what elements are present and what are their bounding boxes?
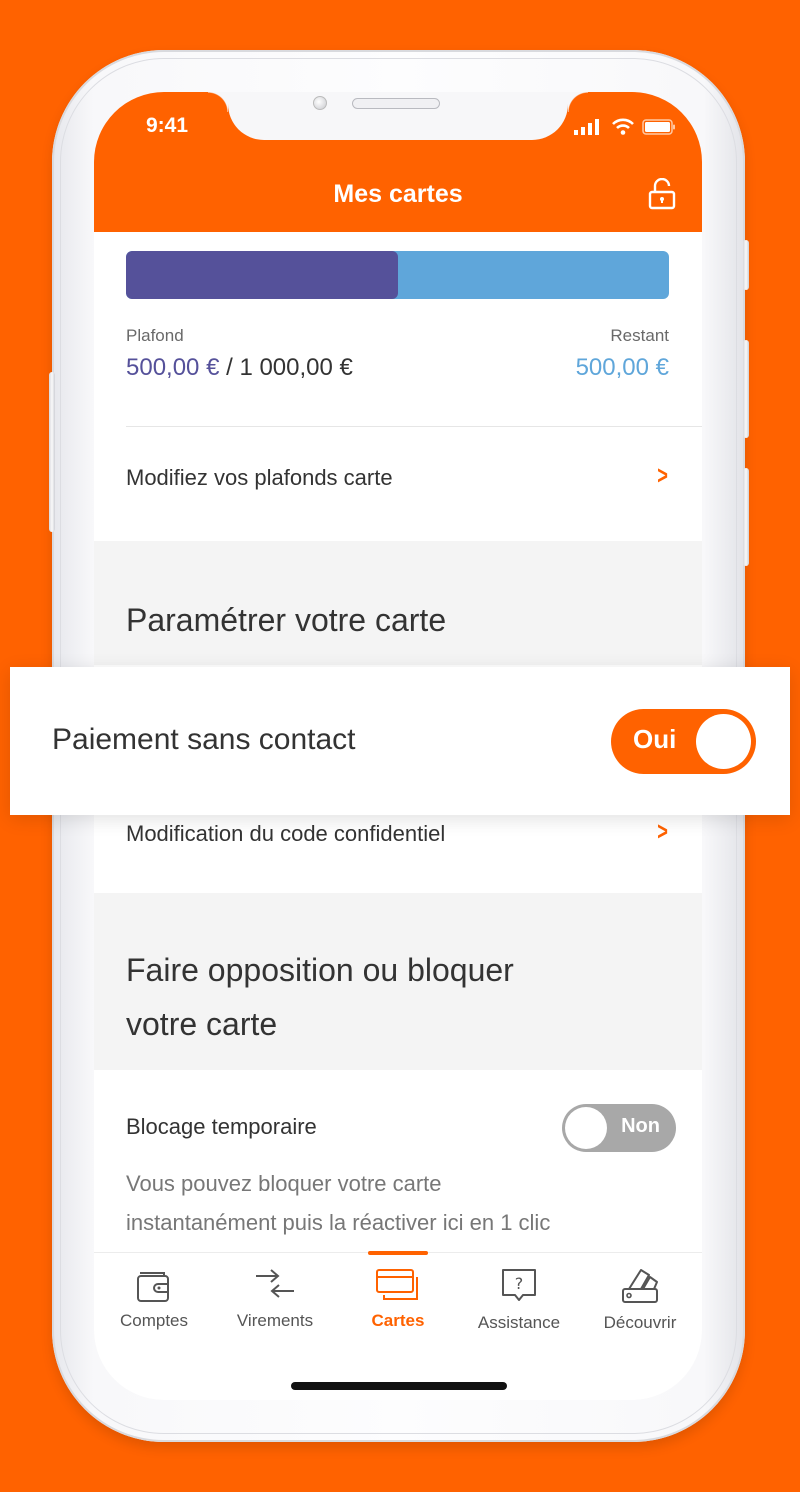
spent-amount: 500,00 € (126, 354, 220, 381)
tab-label: Assistance (477, 1313, 561, 1332)
side-button-right-1 (743, 240, 749, 290)
limit-card: Plafond 500,00 € / 1 000,00 € Restant 50… (94, 232, 702, 541)
limit-progress-fill (126, 251, 398, 299)
unlocked-padlock-icon (648, 177, 676, 210)
tab-cartes[interactable]: Cartes (338, 1267, 458, 1331)
tab-assistance[interactable]: ? Assistance (459, 1267, 579, 1333)
side-button-right-2 (743, 340, 749, 438)
tab-label: Virements (236, 1311, 314, 1330)
chevron-right-icon: > (657, 816, 668, 846)
settings-section: Paramétrer votre carte (94, 541, 702, 665)
earpiece-speaker (352, 98, 440, 109)
block-heading-line1: Faire opposition ou bloquer (126, 952, 514, 988)
remaining-amount: 500,00 € (575, 354, 669, 381)
modify-limits-label: Modifiez vos plafonds carte (126, 465, 393, 490)
block-section: Faire opposition ou bloquer votre carte (94, 893, 702, 1070)
help-bubble-icon: ? (502, 1269, 536, 1301)
cards-icon (376, 1269, 418, 1300)
block-heading-line2: votre carte (126, 1006, 278, 1042)
temp-block-card: Blocage temporaire Non Vous pouvez bloqu… (94, 1070, 702, 1270)
app-header: 9:41 Mes cartes (94, 92, 702, 232)
side-button-right-3 (743, 468, 749, 566)
status-time: 9:41 (146, 114, 189, 137)
wallet-icon (137, 1272, 169, 1302)
signal-icon (574, 118, 599, 135)
toggle-knob (696, 714, 751, 769)
temp-block-description-2: instantanément puis la réactiver ici en … (126, 1210, 551, 1235)
home-indicator[interactable] (291, 1382, 507, 1390)
toggle-knob (565, 1107, 607, 1149)
pin-change-row[interactable]: Modification du code confidentiel > (94, 815, 702, 893)
plafond-value: 500,00 € / 1 000,00 € (126, 354, 353, 382)
battery-icon (642, 118, 675, 135)
amount-separator: / (219, 354, 240, 381)
toggle-label: Oui (633, 724, 677, 754)
transfer-arrows-icon (256, 1269, 294, 1298)
active-tab-indicator (368, 1251, 428, 1255)
tab-label: Cartes (371, 1311, 425, 1330)
pin-change-label: Modification du code confidentiel (126, 821, 446, 846)
chevron-right-icon: > (657, 460, 668, 490)
settings-heading: Paramétrer votre carte (126, 602, 447, 638)
side-button-left (49, 372, 55, 532)
contactless-payment-row: Paiement sans contact Oui (10, 667, 790, 815)
limit-progress-bar (126, 251, 669, 299)
total-limit: 1 000,00 € (239, 354, 353, 381)
front-camera (313, 96, 327, 110)
wifi-icon (612, 118, 634, 135)
restant-label: Restant (610, 326, 669, 345)
status-icons (574, 118, 676, 135)
temp-block-toggle[interactable]: Non (562, 1104, 676, 1152)
contactless-toggle[interactable]: Oui (611, 709, 756, 774)
tab-label: Comptes (119, 1311, 189, 1330)
temp-block-label: Blocage temporaire (126, 1114, 317, 1139)
contactless-label: Paiement sans contact (52, 723, 356, 756)
bottom-tab-bar: Comptes Virements Cartes ? Assistance Dé… (94, 1251, 702, 1400)
swatches-icon (622, 1269, 658, 1303)
tab-comptes[interactable]: Comptes (94, 1267, 214, 1331)
temp-block-description-1: Vous pouvez bloquer votre carte (126, 1171, 442, 1196)
tab-label: Découvrir (603, 1313, 677, 1332)
page-title: Mes cartes (333, 180, 463, 208)
tab-decouvrir[interactable]: Découvrir (580, 1267, 700, 1333)
phone-notch (208, 92, 588, 140)
plafond-label: Plafond (126, 326, 184, 345)
lock-button[interactable] (648, 177, 676, 215)
svg-text:?: ? (515, 1274, 524, 1293)
toggle-label: Non (621, 1115, 660, 1137)
tab-virements[interactable]: Virements (215, 1267, 335, 1331)
modify-limits-row[interactable]: Modifiez vos plafonds carte > (94, 427, 702, 541)
